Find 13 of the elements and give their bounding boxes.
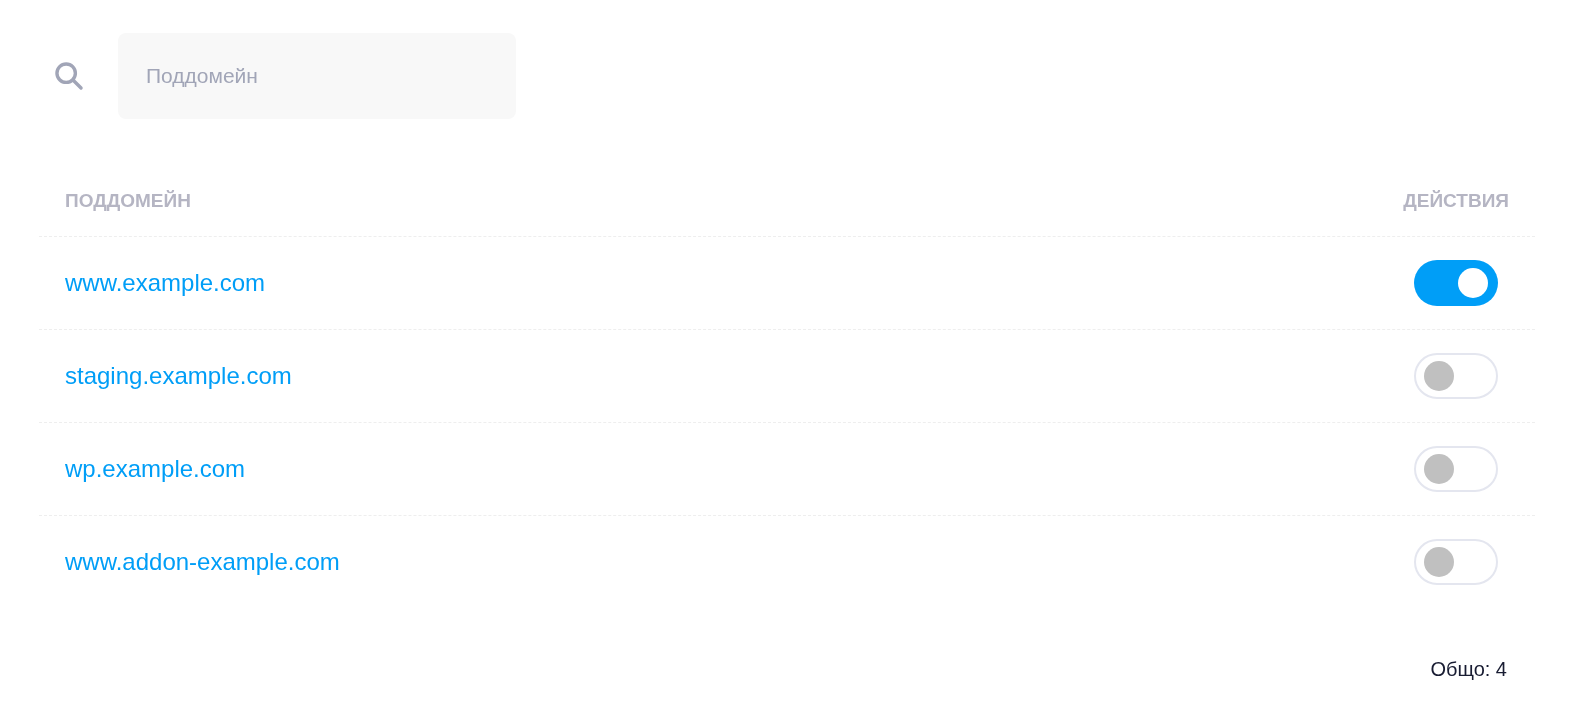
toggle-switch[interactable] <box>1414 352 1498 399</box>
total-count: Общо: 4 <box>1430 656 1507 682</box>
subdomain-link[interactable]: wp.example.com <box>65 450 246 487</box>
toggle-switch[interactable] <box>1414 259 1498 306</box>
subdomain-link[interactable]: staging.example.com <box>65 357 292 394</box>
subdomain-link[interactable]: www.addon-example.com <box>65 544 340 580</box>
column-header: ДЕЙСТВИЯ <box>1403 189 1509 213</box>
toggle-switch[interactable] <box>1414 539 1498 585</box>
search-field[interactable]: Поддомейн <box>118 33 516 119</box>
toggle-switch[interactable] <box>1414 445 1498 492</box>
subdomain-link[interactable]: www.example.com <box>65 264 266 301</box>
column-header: ПОДДОМЕЙН <box>65 189 191 213</box>
search-icon <box>52 59 86 93</box>
